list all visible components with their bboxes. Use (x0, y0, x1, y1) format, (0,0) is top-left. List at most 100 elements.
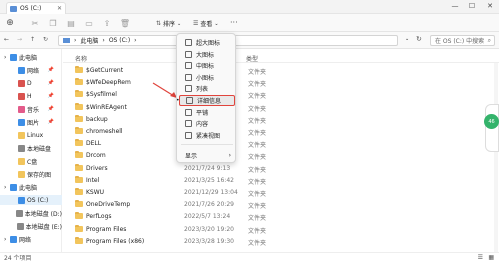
sidebar-item[interactable]: 本地磁盘 (D:) (0, 208, 62, 218)
file-name: $Sysfilmel (86, 91, 117, 99)
view-menu-item[interactable]: 紧凑视图 (179, 130, 235, 141)
folder-icon (75, 188, 83, 195)
file-row[interactable]: chromeshell 文件夹 (63, 126, 483, 137)
sort-button[interactable]: ⇅ 排序 ⌄ (156, 19, 181, 28)
refresh-address-icon[interactable]: ↻ (416, 35, 422, 43)
file-type: 文件夹 (248, 166, 267, 174)
chevron-right-icon: › (228, 152, 231, 159)
sidebar-item-label: H (27, 92, 32, 100)
scrollbar[interactable] (494, 63, 498, 252)
view-menu-label: 紧凑视图 (196, 132, 221, 140)
sidebar-item[interactable]: Linux (0, 130, 62, 140)
sidebar-item[interactable]: 保存的图 (0, 169, 62, 179)
sidebar-item-label: 音乐 (27, 106, 40, 114)
sidebar-item[interactable]: 图片 📌 (0, 117, 62, 127)
cut-icon[interactable]: ✂ (30, 18, 40, 28)
minimize-button[interactable]: — (448, 1, 462, 11)
sidebar-item-label: 本地磁盘 (D:) (24, 210, 62, 218)
file-name: chromeshell (86, 128, 123, 135)
delete-icon[interactable]: 🗑 (120, 18, 130, 28)
file-name: KSWU (86, 189, 105, 196)
file-name: Program Files (x86) (86, 237, 145, 245)
file-name: backup (86, 115, 108, 123)
details-view-icon[interactable]: ☰ (478, 254, 483, 261)
file-row[interactable]: DELL 文件夹 (63, 138, 483, 149)
file-row[interactable]: PerfLogs 2022/5/7 13:24 文件夹 (63, 211, 483, 222)
sidebar-item[interactable]: 本地磁盘 (0, 143, 62, 153)
column-type[interactable]: 类型 (246, 54, 258, 63)
view-menu-item[interactable]: 中图标 (179, 60, 235, 71)
sidebar-item[interactable]: H 📌 (0, 91, 62, 101)
address-dropdown-icon[interactable]: ⌄ (405, 36, 409, 42)
sidebar-item[interactable]: 音乐 📌 (0, 104, 62, 114)
view-menu-item[interactable]: 列表 (179, 83, 235, 94)
sidebar-item[interactable]: › 网络 (0, 234, 62, 244)
sidebar-item[interactable]: OS (C:) (0, 195, 62, 205)
folder-icon (75, 114, 83, 122)
forward-icon[interactable]: → (17, 36, 22, 43)
sidebar-item[interactable]: D 📌 (0, 78, 62, 88)
file-row[interactable]: $WinREAgent 文件夹 (63, 102, 483, 113)
column-name[interactable]: 名称 (75, 54, 87, 63)
file-row[interactable]: $Sysfilmel 文件夹 (63, 89, 483, 100)
share-icon[interactable]: ⇪ (102, 18, 112, 28)
chevron-down-icon: ⌄ (177, 20, 182, 27)
sidebar-item[interactable]: › 此电脑 (0, 182, 62, 192)
sidebar-item-label: D (27, 79, 32, 87)
search-input[interactable]: 在 OS (C:) 中搜索 ⌕ (430, 35, 495, 46)
file-row[interactable]: $GetCurrent 文件夹 (63, 65, 483, 76)
folder-icon (10, 183, 17, 191)
rename-icon[interactable]: ▭ (84, 18, 94, 28)
refresh-icon[interactable]: ↻ (43, 36, 48, 43)
show-submenu[interactable]: 显示 › (179, 150, 235, 161)
sidebar-item[interactable]: C盘 (0, 156, 62, 166)
close-button[interactable]: ✕ (483, 1, 497, 11)
view-menu-item[interactable]: 内容 (179, 118, 235, 129)
file-row[interactable]: Program Files (x86) 2023/3/28 19:30 文件夹 (63, 236, 483, 247)
file-row[interactable]: Drcom 文件夹 (63, 150, 483, 161)
folder-icon (18, 131, 25, 139)
file-row[interactable]: OneDriveTemp 2021/7/26 20:29 文件夹 (63, 199, 483, 210)
up-icon[interactable]: ↑ (30, 36, 35, 43)
tiles-view-icon[interactable]: ▦ (488, 254, 494, 261)
file-row[interactable]: backup 文件夹 (63, 114, 483, 125)
file-date: 2023/3/28 19:30 (184, 237, 234, 245)
tab-os-c[interactable]: OS (C:) ✕ (6, 2, 66, 14)
folder-icon (75, 127, 83, 134)
sidebar-item-label: 网络 (19, 236, 32, 244)
file-row[interactable]: Program Files 2023/3/20 19:20 文件夹 (63, 224, 483, 235)
file-row[interactable]: KSWU 2021/12/29 13:04 文件夹 (63, 187, 483, 198)
copy-icon[interactable]: ❐ (48, 18, 58, 28)
sidebar-item-label: Linux (27, 131, 44, 139)
file-row[interactable]: Intel 2021/3/25 16:42 文件夹 (63, 175, 483, 186)
sidebar-item-label: 此电脑 (19, 184, 38, 192)
file-row[interactable]: Drivers 2021/7/24 9:13 文件夹 (63, 163, 483, 174)
view-menu-item[interactable]: 超大图标 (179, 37, 235, 48)
title-bar: OS (C:) ✕ — ☐ ✕ (0, 0, 499, 14)
chevron-right-icon[interactable]: › (4, 184, 8, 191)
folder-icon (75, 163, 83, 171)
pin-icon: 📌 (47, 119, 54, 125)
sidebar-item[interactable]: 本地磁盘 (E:) (0, 221, 62, 231)
maximize-button[interactable]: ☐ (465, 1, 479, 11)
breadcrumb-os-c[interactable]: OS (C:) (109, 37, 130, 44)
file-row[interactable]: $WfeDeepRem 文件夹 (63, 77, 483, 88)
pin-icon: 📌 (47, 106, 54, 112)
close-tab-icon[interactable]: ✕ (57, 5, 62, 12)
address-row: ← → ↑ ↻ › 此电脑 › OS (C:) › ⌄ ↻ 在 OS (C:) … (0, 32, 499, 49)
chevron-right-icon[interactable]: › (4, 54, 8, 61)
sidebar-item[interactable]: 网络 📌 (0, 65, 62, 75)
breadcrumb-this-pc[interactable]: 此电脑 (80, 36, 98, 45)
back-icon[interactable]: ← (4, 36, 9, 43)
view-menu-item[interactable]: 大图标 (179, 49, 235, 60)
view-menu-label: 大图标 (196, 51, 215, 59)
view-menu-item[interactable]: 小图标 (179, 72, 235, 83)
view-menu-item[interactable]: 平铺 (179, 107, 235, 118)
sidebar-item[interactable]: › 此电脑 (0, 52, 62, 62)
more-options-button[interactable]: ··· (230, 18, 238, 27)
view-menu-item[interactable]: • 详细信息 (176, 95, 235, 106)
new-icon[interactable]: ⊕ (5, 18, 15, 28)
chevron-right-icon[interactable]: › (4, 236, 8, 243)
paste-icon[interactable]: ▤ (66, 18, 76, 28)
view-button[interactable]: ☰ 查看 ⌄ (193, 19, 219, 28)
